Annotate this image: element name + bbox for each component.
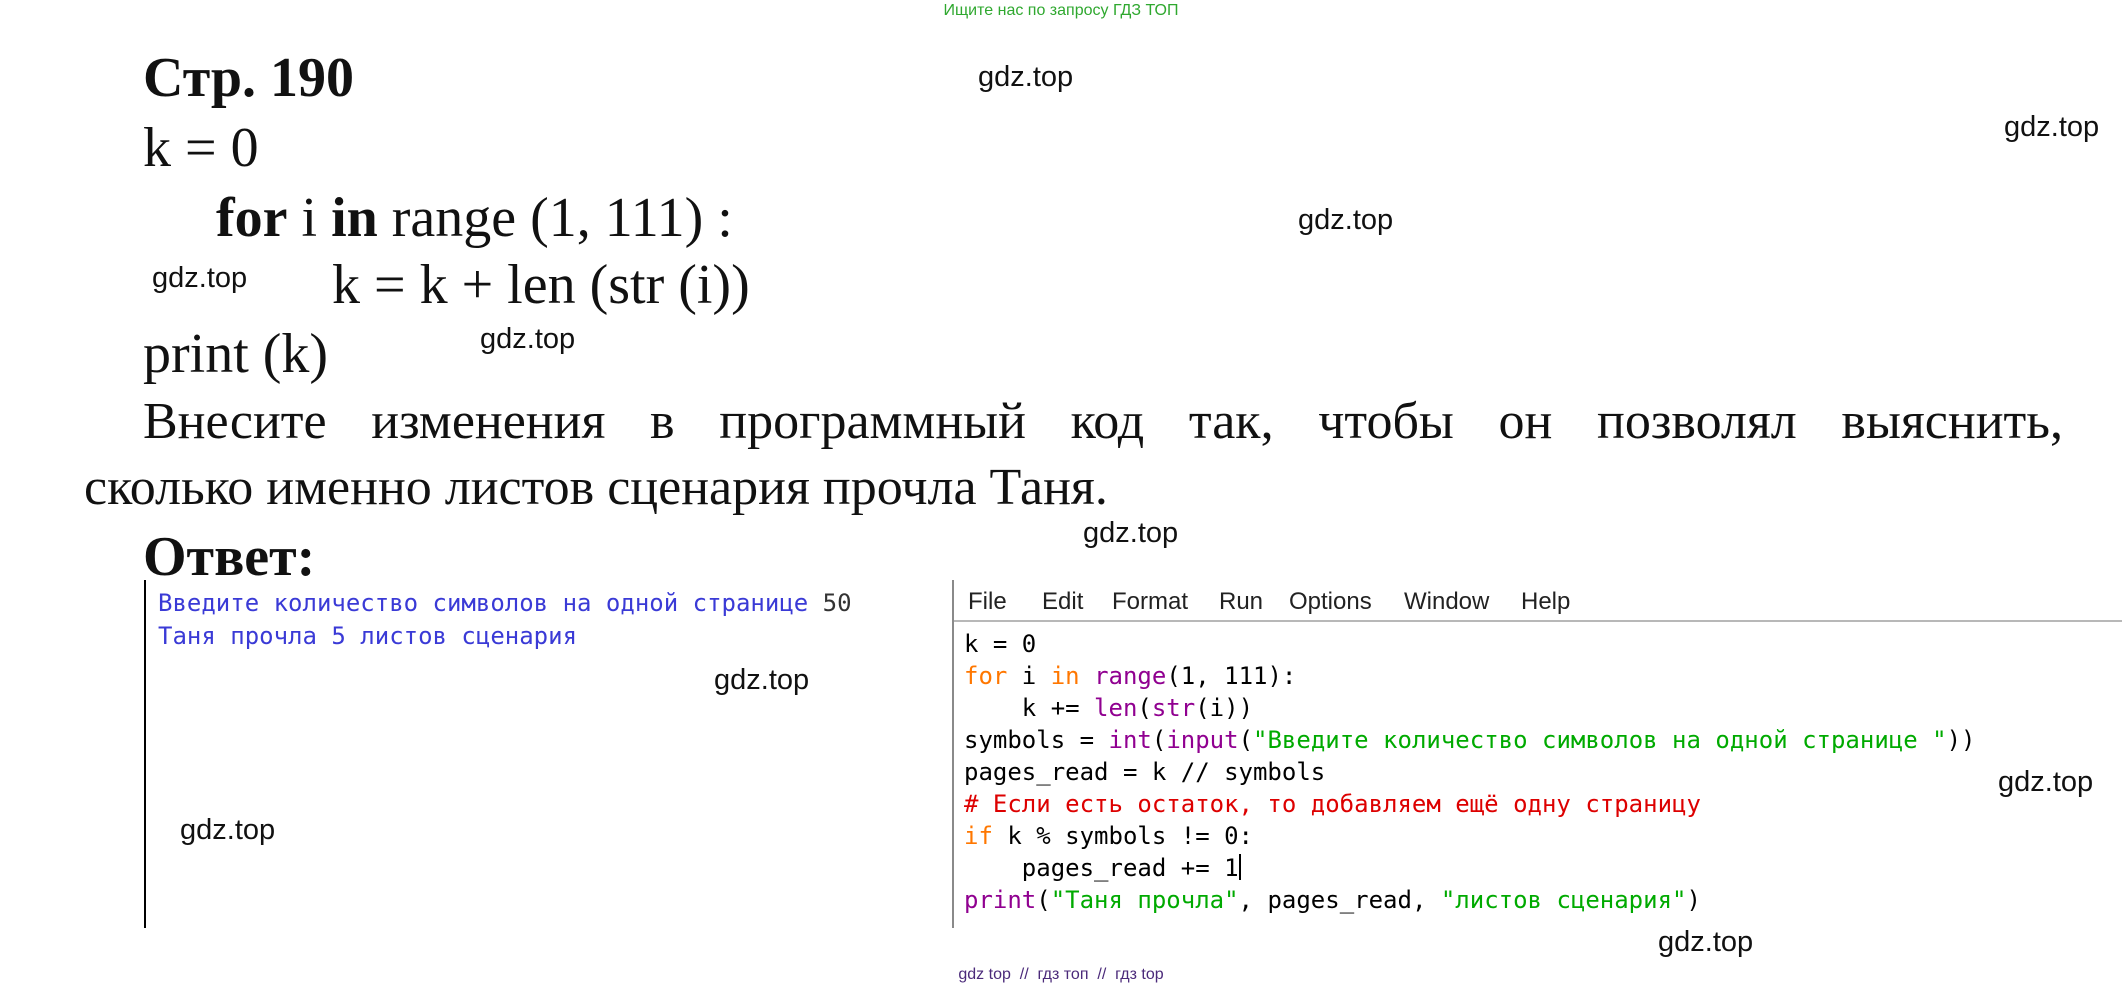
editor-line-3[interactable]: k += len(str(i)) xyxy=(964,694,1253,722)
code-text: symbols = xyxy=(964,726,1109,754)
builtin-input: input xyxy=(1166,726,1239,754)
code-line-3: k = k + len (str (i)) xyxy=(332,254,750,316)
editor-line-4[interactable]: symbols = int(input("Введите количество … xyxy=(964,726,1975,754)
keyword-in: in xyxy=(1050,662,1080,690)
menu-bar: File Edit Format Run Options Window Help xyxy=(954,580,2122,622)
watermark: gdz.top xyxy=(1298,204,1394,236)
watermark: gdz.top xyxy=(2004,111,2100,143)
builtin-print: print xyxy=(964,886,1037,914)
text-cursor xyxy=(1238,854,1241,880)
watermark: gdz.top xyxy=(180,814,276,846)
watermark: gdz.top xyxy=(978,61,1074,93)
code-line-2: for i in range (1, 111) : xyxy=(216,186,733,250)
editor-line-1[interactable]: k = 0 xyxy=(964,630,1036,658)
code-text: k += xyxy=(964,694,1095,722)
editor-line-6-comment[interactable]: # Если есть остаток, то добавляем ещё од… xyxy=(964,790,1701,818)
builtin-str: str xyxy=(1151,694,1196,722)
task-text-line-2: сколько именно листов сценария прочла Та… xyxy=(84,459,1108,516)
code-text: ( xyxy=(1036,886,1051,914)
code-text: ) xyxy=(1686,886,1701,914)
editor-line-7[interactable]: if k % symbols != 0: xyxy=(964,822,1253,850)
watermark: gdz.top xyxy=(480,323,576,355)
code-line-1: k = 0 xyxy=(143,117,259,179)
code-text: i xyxy=(1007,662,1051,690)
code-text: ( xyxy=(1137,694,1152,722)
builtin-range: range xyxy=(1094,662,1167,690)
code-text: ( xyxy=(1238,726,1254,754)
shell-prompt: Введите количество символов на одной стр… xyxy=(158,589,823,617)
string-literal: "Таня прочла" xyxy=(1050,886,1239,914)
code-text: , pages_read, xyxy=(1238,886,1441,914)
code-text: )) xyxy=(1946,726,1976,754)
in-keyword: in xyxy=(331,187,378,249)
range-expression: range (1, 111) : xyxy=(377,187,733,249)
string-literal: "Введите количество символов на одной ст… xyxy=(1253,726,1947,754)
builtin-len: len xyxy=(1094,694,1138,722)
menu-help[interactable]: Help xyxy=(1521,588,1570,616)
page-heading: Стр. 190 xyxy=(143,47,355,109)
code-text: (i)) xyxy=(1195,694,1254,722)
code-line-4: print (k) xyxy=(143,323,329,385)
builtin-int: int xyxy=(1108,726,1152,754)
menu-format[interactable]: Format xyxy=(1112,588,1188,616)
loop-variable: i xyxy=(287,187,332,249)
string-literal: "листов сценария" xyxy=(1440,886,1687,914)
watermark: gdz.top xyxy=(714,664,810,696)
editor-line-2[interactable]: for i in range(1, 111): xyxy=(964,662,1296,690)
shell-result-line: Таня прочла 5 листов сценария xyxy=(158,622,578,650)
keyword-for: for xyxy=(964,662,1008,690)
watermark: gdz.top xyxy=(1083,517,1179,549)
task-text-line-1: Внесите изменения в программный код так,… xyxy=(143,393,2063,450)
watermark: gdz.top xyxy=(1998,766,2094,798)
watermark: gdz.top xyxy=(1658,926,1754,958)
menu-edit[interactable]: Edit xyxy=(1042,588,1083,616)
editor-line-9[interactable]: print("Таня прочла", pages_read, "листов… xyxy=(964,886,1701,914)
code-text: (1, 111): xyxy=(1166,662,1297,690)
shell-input-value: 50 xyxy=(822,589,852,617)
keyword-if: if xyxy=(964,822,993,850)
menu-file[interactable]: File xyxy=(968,588,1007,616)
shell-prompt-line: Введите количество символов на одной стр… xyxy=(158,589,852,617)
menu-options[interactable]: Options xyxy=(1289,588,1372,616)
watermark: gdz.top xyxy=(152,262,248,294)
top-search-note: Ищите нас по запросу ГДЗ ТОП xyxy=(943,2,1179,19)
menu-window[interactable]: Window xyxy=(1404,588,1489,616)
shell-output-panel: Введите количество символов на одной стр… xyxy=(144,580,954,928)
for-keyword: for xyxy=(216,187,288,249)
editor-line-8[interactable]: pages_read += 1 xyxy=(964,854,1241,882)
menu-run[interactable]: Run xyxy=(1219,588,1263,616)
bottom-note: gdz top // гдз топ // гдз top xyxy=(958,966,1164,983)
code-text: pages_read += 1 xyxy=(964,854,1239,882)
editor-line-5[interactable]: pages_read = k // symbols xyxy=(964,758,1325,786)
code-text: ( xyxy=(1151,726,1167,754)
editor-window: File Edit Format Run Options Window Help… xyxy=(952,580,2122,928)
code-text: k % symbols != 0: xyxy=(992,822,1253,850)
